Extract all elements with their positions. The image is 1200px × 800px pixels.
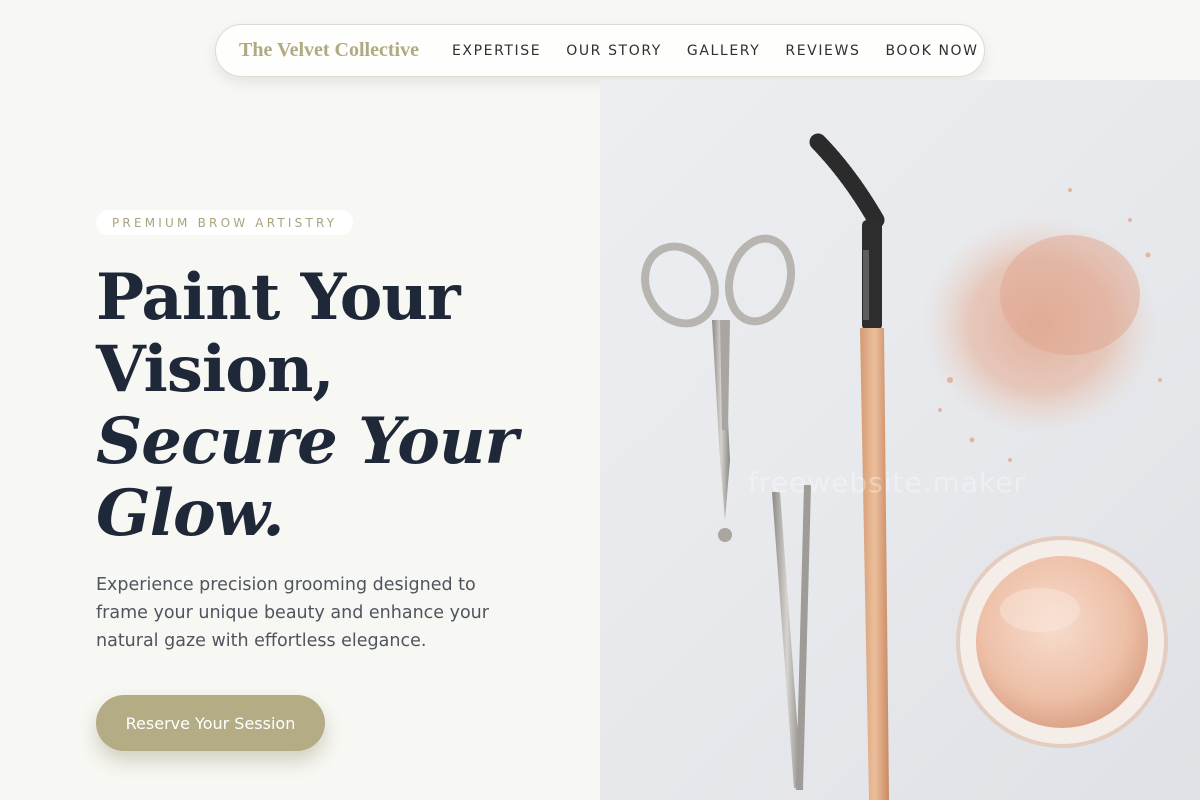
- main-navbar: The Velvet Collective EXPERTISE OUR STOR…: [215, 24, 985, 77]
- hero-headline: Paint Your Vision, Secure Your Glow.: [96, 262, 576, 550]
- hero-description: Experience precision grooming designed t…: [96, 575, 489, 651]
- tweezers: [772, 485, 811, 790]
- reserve-session-button[interactable]: Reserve Your Session: [96, 695, 325, 751]
- nav-link-gallery[interactable]: GALLERY: [687, 43, 760, 59]
- hero-image: freewebsite.maker: [600, 80, 1200, 800]
- hero-eyebrow-badge: PREMIUM BROW ARTISTRY: [96, 210, 354, 235]
- headline-line-1: Paint Your: [96, 260, 461, 335]
- brand-logo[interactable]: The Velvet Collective: [239, 39, 419, 62]
- brow-tools-illustration: [641, 133, 1168, 800]
- headline-line-3: Secure Your: [96, 404, 518, 479]
- headline-line-4: Glow.: [96, 476, 285, 551]
- loose-powder: [922, 188, 1162, 462]
- headline-line-2: Vision,: [96, 332, 335, 407]
- nav-link-book-now[interactable]: BOOK NOW: [885, 43, 978, 59]
- nav-links: EXPERTISE OUR STORY GALLERY REVIEWS BOOK…: [452, 43, 979, 59]
- image-watermark: freewebsite.maker: [748, 466, 1026, 499]
- nav-link-reviews[interactable]: REVIEWS: [785, 43, 860, 59]
- nav-link-expertise[interactable]: EXPERTISE: [452, 43, 541, 59]
- nav-link-our-story[interactable]: OUR STORY: [566, 43, 662, 59]
- powder-jar: [956, 536, 1168, 748]
